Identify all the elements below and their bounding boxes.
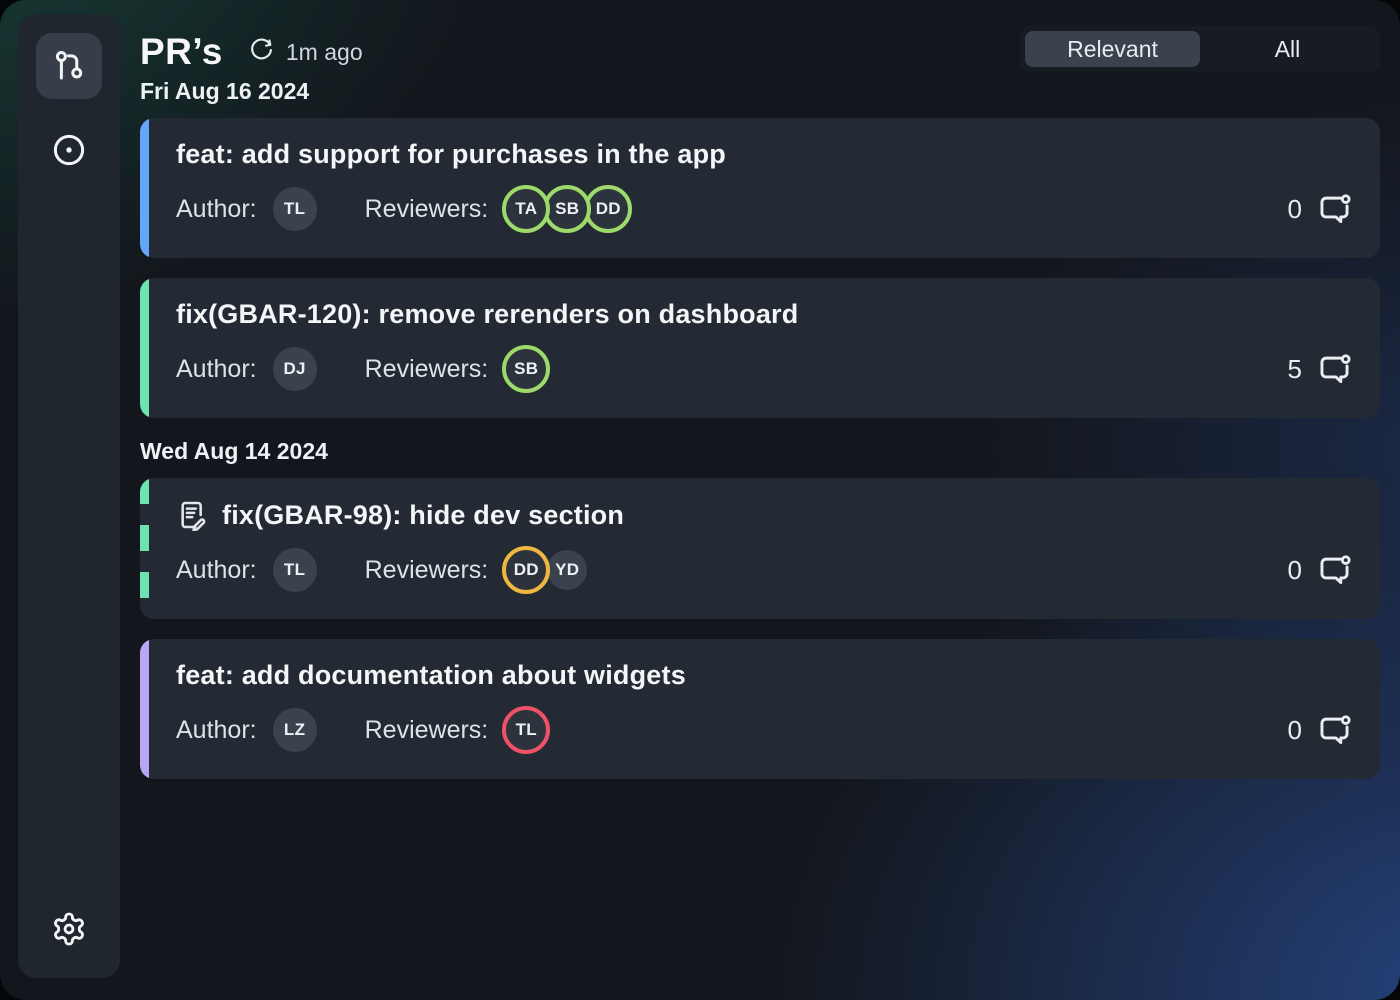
- date-section: Fri Aug 16 2024 feat: add support for pu…: [140, 78, 1380, 418]
- gear-icon: [51, 911, 87, 947]
- tab-all[interactable]: All: [1200, 31, 1375, 67]
- file-pen-icon: [176, 499, 208, 531]
- pr-title-row: fix(GBAR-120): remove rerenders on dashb…: [176, 299, 1352, 330]
- reviewer-avatar: YD: [543, 546, 591, 594]
- comments-indicator: 5: [1288, 352, 1352, 387]
- pr-meta-row: Author: TL Reviewers: DDYD 0: [176, 546, 1352, 594]
- reviewer-list: TL: [502, 706, 550, 754]
- header: PR’s 1m ago Relevant All: [140, 0, 1380, 76]
- author-label: Author:: [176, 355, 257, 384]
- date-heading: Fri Aug 16 2024: [140, 78, 1380, 105]
- pr-meta-row: Author: TL Reviewers: TASBDD 0: [176, 185, 1352, 233]
- pr-title: feat: add documentation about widgets: [176, 660, 686, 691]
- main-content: PR’s 1m ago Relevant All Fri Aug 16 2024: [140, 0, 1380, 1000]
- refresh-button[interactable]: [249, 37, 274, 67]
- reviewer-avatar: SB: [543, 185, 591, 233]
- reviewer-avatar: DD: [584, 185, 632, 233]
- pr-title: fix(GBAR-120): remove rerenders on dashb…: [176, 299, 798, 330]
- pr-card[interactable]: fix(GBAR-98): hide dev section Author: T…: [140, 478, 1380, 619]
- sidebar-item-pull-requests[interactable]: [36, 33, 102, 99]
- card-list: fix(GBAR-98): hide dev section Author: T…: [140, 478, 1380, 779]
- pr-feed: Fri Aug 16 2024 feat: add support for pu…: [140, 76, 1380, 779]
- comment-with-dot-icon: [1317, 352, 1352, 387]
- pr-meta-row: Author: LZ Reviewers: TL 0: [176, 706, 1352, 754]
- author-avatar: TL: [273, 548, 317, 592]
- pr-title: fix(GBAR-98): hide dev section: [222, 500, 624, 531]
- reviewer-list: SB: [502, 345, 550, 393]
- pr-title-row: feat: add documentation about widgets: [176, 660, 1352, 691]
- status-accent-strip: [140, 278, 149, 418]
- reviewers-label: Reviewers:: [365, 195, 489, 224]
- comments-indicator: 0: [1288, 192, 1352, 227]
- comment-with-dot-icon: [1317, 553, 1352, 588]
- refreshed-ago: 1m ago: [286, 39, 363, 66]
- pr-meta-row: Author: DJ Reviewers: SB 5: [176, 345, 1352, 393]
- date-section: Wed Aug 14 2024 fix(GBAR-98): hide dev s…: [140, 438, 1380, 779]
- comment-count: 0: [1288, 555, 1302, 586]
- refresh-icon: [249, 37, 274, 67]
- issue-circle-dot-icon: [50, 131, 88, 169]
- author-avatar: DJ: [273, 347, 317, 391]
- card-list: feat: add support for purchases in the a…: [140, 118, 1380, 418]
- reviewers-label: Reviewers:: [365, 556, 489, 585]
- comments-indicator: 0: [1288, 553, 1352, 588]
- settings-button[interactable]: [36, 896, 102, 962]
- pr-title-row: fix(GBAR-98): hide dev section: [176, 499, 1352, 531]
- pr-card[interactable]: feat: add support for purchases in the a…: [140, 118, 1380, 258]
- reviewers-label: Reviewers:: [365, 716, 489, 745]
- reviewer-avatar: TA: [502, 185, 550, 233]
- page-title: PR’s: [140, 31, 223, 73]
- author-label: Author:: [176, 716, 257, 745]
- status-accent-strip: [140, 639, 149, 779]
- comment-count: 0: [1288, 715, 1302, 746]
- reviewer-avatar: SB: [502, 345, 550, 393]
- pr-card[interactable]: fix(GBAR-120): remove rerenders on dashb…: [140, 278, 1380, 418]
- date-heading: Wed Aug 14 2024: [140, 438, 1380, 465]
- pr-title-row: feat: add support for purchases in the a…: [176, 139, 1352, 170]
- comment-count: 5: [1288, 354, 1302, 385]
- author-label: Author:: [176, 556, 257, 585]
- tab-relevant[interactable]: Relevant: [1025, 31, 1200, 67]
- comment-with-dot-icon: [1317, 713, 1352, 748]
- reviewer-avatar: DD: [502, 546, 550, 594]
- reviewer-list: TASBDD: [502, 185, 632, 233]
- comment-with-dot-icon: [1317, 192, 1352, 227]
- pr-title: feat: add support for purchases in the a…: [176, 139, 726, 170]
- comments-indicator: 0: [1288, 713, 1352, 748]
- reviewer-list: DDYD: [502, 546, 591, 594]
- reviewers-label: Reviewers:: [365, 355, 489, 384]
- git-branch-icon: [50, 47, 88, 85]
- status-accent-strip: [140, 118, 149, 258]
- author-avatar: TL: [273, 187, 317, 231]
- sidebar-item-issues[interactable]: [36, 117, 102, 183]
- app-window: PR’s 1m ago Relevant All Fri Aug 16 2024: [0, 0, 1400, 1000]
- sidebar: [18, 14, 120, 978]
- pr-card[interactable]: feat: add documentation about widgets Au…: [140, 639, 1380, 779]
- status-accent-strip: [140, 478, 149, 619]
- author-label: Author:: [176, 195, 257, 224]
- reviewer-avatar: TL: [502, 706, 550, 754]
- comment-count: 0: [1288, 194, 1302, 225]
- filter-toggle: Relevant All: [1020, 26, 1380, 72]
- author-avatar: LZ: [273, 708, 317, 752]
